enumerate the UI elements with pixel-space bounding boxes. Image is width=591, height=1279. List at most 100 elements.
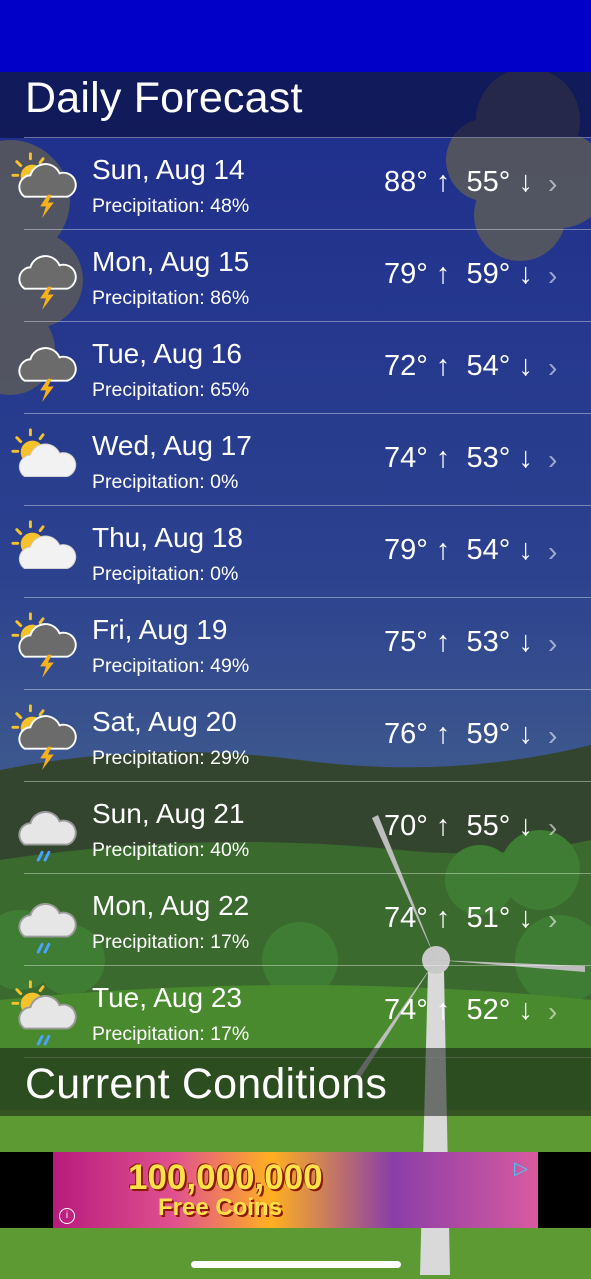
- down-arrow-icon: ↓: [518, 810, 533, 842]
- forecast-temperatures: 79° ↑ 59° ↓: [384, 258, 533, 291]
- chevron-right-icon[interactable]: ›: [548, 628, 557, 660]
- up-arrow-icon: ↑: [435, 718, 451, 750]
- forecast-day: Thu, Aug 18: [92, 522, 244, 553]
- high-temp: 70°: [384, 810, 428, 842]
- forecast-row[interactable]: Fri, Aug 19 Precipitation: 49% 75° ↑ 53° ↓…: [11, 597, 591, 689]
- up-arrow-icon: ↑: [435, 442, 451, 474]
- low-temp: 55°: [466, 810, 511, 842]
- chevron-right-icon[interactable]: ›: [548, 444, 557, 476]
- ad-banner[interactable]: 100,000,000 Free Coins i ▷: [0, 1152, 591, 1228]
- low-temp: 52°: [466, 994, 511, 1026]
- forecast-temperatures: 70° ↑ 55° ↓: [384, 810, 533, 843]
- chevron-right-icon[interactable]: ›: [548, 536, 557, 568]
- forecast-temperatures: 74° ↑ 53° ↓: [384, 442, 533, 475]
- down-arrow-icon: ↓: [518, 442, 533, 474]
- forecast-temperatures: 74° ↑ 51° ↓: [384, 902, 533, 935]
- ad-creative[interactable]: 100,000,000 Free Coins i ▷: [53, 1152, 538, 1228]
- forecast-temperatures: 75° ↑ 53° ↓: [384, 626, 533, 659]
- high-temp: 79°: [384, 258, 428, 290]
- forecast-day: Sun, Aug 21: [92, 798, 245, 829]
- forecast-row[interactable]: Tue, Aug 16 Precipitation: 65% 72° ↑ 54° ↓…: [18, 321, 591, 413]
- low-temp: 55°: [466, 166, 511, 198]
- chevron-right-icon[interactable]: ›: [548, 720, 557, 752]
- down-arrow-icon: ↓: [518, 718, 533, 750]
- chevron-right-icon[interactable]: ›: [548, 168, 557, 200]
- chevron-right-icon[interactable]: ›: [548, 996, 557, 1028]
- low-temp: 53°: [466, 442, 511, 474]
- sun-cloud-lightning-icon: [10, 610, 80, 680]
- forecast-row[interactable]: Sat, Aug 20 Precipitation: 29% 76° ↑ 59° ↓…: [11, 689, 591, 781]
- high-temp: 74°: [384, 442, 428, 474]
- forecast-row[interactable]: Mon, Aug 15 Precipitation: 86% 79° ↑ 59° ↓…: [18, 229, 591, 321]
- forecast-day: Sun, Aug 14: [92, 154, 245, 185]
- forecast-precipitation: Precipitation: 29%: [92, 747, 250, 769]
- ad-subline: Free Coins: [158, 1194, 283, 1221]
- current-conditions-header[interactable]: Current Conditions: [0, 1048, 591, 1116]
- forecast-precipitation: Precipitation: 86%: [92, 287, 250, 309]
- chevron-right-icon[interactable]: ›: [548, 260, 557, 292]
- down-arrow-icon: ↓: [518, 166, 533, 198]
- forecast-day: Sat, Aug 20: [92, 706, 237, 737]
- status-bar: [0, 0, 591, 72]
- forecast-row[interactable]: Mon, Aug 22 Precipitation: 17% 74° ↑ 51° ↓…: [18, 873, 591, 965]
- high-temp: 74°: [384, 994, 428, 1026]
- chevron-right-icon[interactable]: ›: [548, 812, 557, 844]
- high-temp: 74°: [384, 902, 428, 934]
- sun-cloud-lightning-icon: [10, 150, 80, 220]
- partly-cloudy-icon: [10, 426, 80, 496]
- chevron-right-icon[interactable]: ›: [548, 352, 557, 384]
- daily-forecast-title: Daily Forecast: [25, 74, 303, 122]
- cloud-rain-icon: [10, 886, 80, 956]
- current-conditions-title: Current Conditions: [25, 1060, 388, 1108]
- cloud-lightning-icon: [10, 242, 80, 312]
- forecast-precipitation: Precipitation: 0%: [92, 471, 239, 493]
- low-temp: 54°: [466, 350, 511, 382]
- forecast-temperatures: 76° ↑ 59° ↓: [384, 718, 533, 751]
- forecast-row[interactable]: Wed, Aug 17 Precipitation: 0% 74° ↑ 53° ↓ ›: [11, 413, 591, 505]
- up-arrow-icon: ↑: [435, 534, 451, 566]
- forecast-row[interactable]: Thu, Aug 18 Precipitation: 0% 79° ↑ 54° ↓ ›: [11, 505, 591, 597]
- forecast-row[interactable]: Sun, Aug 21 Precipitation: 40% 70° ↑ 55° ↓…: [18, 781, 591, 873]
- high-temp: 76°: [384, 718, 428, 750]
- forecast-precipitation: Precipitation: 49%: [92, 655, 250, 677]
- high-temp: 72°: [384, 350, 428, 382]
- low-temp: 59°: [466, 718, 511, 750]
- ad-choices-icon[interactable]: ▷: [514, 1158, 528, 1179]
- down-arrow-icon: ↓: [518, 350, 533, 382]
- forecast-precipitation: Precipitation: 0%: [92, 563, 239, 585]
- down-arrow-icon: ↓: [518, 902, 533, 934]
- forecast-row[interactable]: Sun, Aug 14 Precipitation: 48% 88° ↑ 55° ↓…: [11, 137, 591, 229]
- forecast-temperatures: 74° ↑ 52° ↓: [384, 994, 533, 1027]
- forecast-day: Tue, Aug 16: [92, 338, 242, 369]
- low-temp: 53°: [466, 626, 511, 658]
- forecast-day: Tue, Aug 23: [92, 982, 242, 1013]
- up-arrow-icon: ↑: [435, 166, 451, 198]
- forecast-day: Mon, Aug 22: [92, 890, 250, 921]
- down-arrow-icon: ↓: [518, 626, 533, 658]
- ad-headline: 100,000,000: [128, 1158, 323, 1197]
- forecast-day: Mon, Aug 15: [92, 246, 250, 277]
- sun-cloud-rain-icon: [10, 978, 80, 1048]
- high-temp: 79°: [384, 534, 428, 566]
- forecast-day: Fri, Aug 19: [92, 614, 228, 645]
- ad-info-icon[interactable]: i: [59, 1208, 75, 1224]
- forecast-temperatures: 88° ↑ 55° ↓: [384, 166, 533, 199]
- forecast-row[interactable]: Tue, Aug 23 Precipitation: 17% 74° ↑ 52° ↓…: [11, 965, 591, 1058]
- cloud-lightning-icon: [10, 334, 80, 404]
- low-temp: 54°: [466, 534, 511, 566]
- chevron-right-icon[interactable]: ›: [548, 904, 557, 936]
- daily-forecast-header: Daily Forecast: [0, 72, 591, 138]
- down-arrow-icon: ↓: [518, 994, 533, 1026]
- cloud-rain-icon: [10, 794, 80, 864]
- sun-cloud-lightning-icon: [10, 702, 80, 772]
- forecast-list: Sun, Aug 14 Precipitation: 48% 88° ↑ 55° ↓…: [0, 137, 591, 1058]
- up-arrow-icon: ↑: [435, 810, 451, 842]
- up-arrow-icon: ↑: [435, 902, 451, 934]
- forecast-precipitation: Precipitation: 48%: [92, 195, 250, 217]
- up-arrow-icon: ↑: [435, 350, 451, 382]
- forecast-precipitation: Precipitation: 40%: [92, 839, 250, 861]
- down-arrow-icon: ↓: [518, 258, 533, 290]
- forecast-precipitation: Precipitation: 17%: [92, 1023, 250, 1045]
- low-temp: 59°: [466, 258, 511, 290]
- forecast-day: Wed, Aug 17: [92, 430, 252, 461]
